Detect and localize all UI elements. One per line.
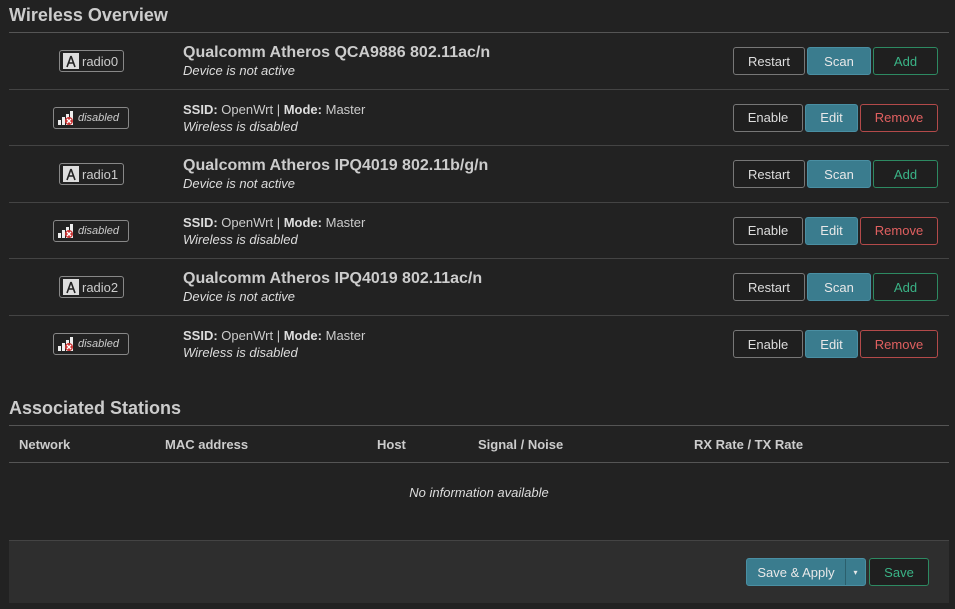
add-button[interactable]: Add [873, 160, 938, 188]
mode-value: Master [325, 101, 366, 117]
remove-button[interactable]: Remove [860, 216, 938, 245]
network-status: Wireless is disabled [183, 118, 298, 134]
column-host: Host [377, 437, 406, 452]
radio-device-title: Qualcomm Atheros QCA9886 802.11ac/n [183, 44, 491, 61]
remove-button[interactable]: Remove [860, 103, 938, 132]
column-rx-tx-rate: RX Rate / TX Rate [694, 437, 804, 452]
wireless-overview-title: Wireless Overview [9, 5, 168, 25]
network-status-label: disabled [78, 111, 119, 124]
enable-button[interactable]: Enable [733, 103, 803, 132]
add-button[interactable]: Add [873, 273, 938, 301]
network-info: SSID: OpenWrt | Mode: Master Wireless is… [183, 101, 365, 135]
remove-button[interactable]: Remove [860, 330, 938, 358]
associated-stations-title: Associated Stations [9, 398, 182, 418]
edit-button[interactable]: Edit [805, 216, 858, 245]
network-status: Wireless is disabled [183, 231, 298, 247]
mode-label: Mode: [283, 214, 322, 230]
network-ssid-mode: SSID: OpenWrt | Mode: Master [183, 327, 365, 344]
restart-button[interactable]: Restart [733, 47, 805, 75]
restart-button[interactable]: Restart [733, 160, 805, 188]
radio-info: Qualcomm Atheros IPQ4019 802.11ac/n Devi… [183, 269, 482, 305]
radio-device-status: Device is not active [183, 289, 295, 304]
mode-label: Mode: [283, 101, 322, 117]
wifi-antenna-icon [63, 166, 79, 182]
radio-row-radio2: radio2 Qualcomm Atheros IPQ4019 802.11ac… [9, 259, 949, 316]
column-signal-noise: Signal / Noise [478, 437, 564, 452]
restart-button[interactable]: Restart [733, 273, 805, 301]
radio-device-title: Qualcomm Atheros IPQ4019 802.11b/g/n [183, 157, 489, 174]
no-stations-message: No information available [409, 485, 549, 500]
signal-disabled-icon [57, 110, 75, 126]
radio-row-radio1: radio1 Qualcomm Atheros IPQ4019 802.11b/… [9, 146, 949, 203]
separator: | [276, 328, 281, 343]
add-button[interactable]: Add [873, 47, 938, 75]
network-info: SSID: OpenWrt | Mode: Master Wireless is… [183, 327, 365, 361]
ssid-value: OpenWrt [221, 214, 274, 230]
network-status: Wireless is disabled [183, 345, 298, 360]
separator: | [276, 101, 281, 117]
ssid-value: OpenWrt [221, 101, 274, 117]
network-status-badge: disabled [53, 106, 129, 129]
save-apply-button-group: Save & Apply ▾ [746, 558, 866, 586]
scan-button[interactable]: Scan [807, 273, 871, 301]
mode-value: Master [325, 214, 366, 230]
radio-badge: radio1 [59, 163, 124, 185]
page-actions-bar: Save & Apply ▾ Save [9, 540, 949, 603]
separator: | [276, 214, 281, 230]
scan-button[interactable]: Scan [807, 160, 871, 188]
wifi-antenna-icon [63, 279, 79, 295]
network-status-label: disabled [78, 338, 119, 350]
ssid-label: SSID: [183, 328, 218, 343]
radio-device-status: Device is not active [183, 176, 295, 191]
scan-button[interactable]: Scan [807, 47, 871, 75]
network-row-radio2: disabled SSID: OpenWrt | Mode: Master Wi… [9, 316, 949, 372]
save-apply-button[interactable]: Save & Apply [747, 565, 845, 580]
edit-button[interactable]: Edit [805, 330, 858, 358]
column-network: Network [19, 437, 71, 452]
radio-badge-label: radio0 [82, 53, 119, 69]
radio-device-status: Device is not active [183, 63, 295, 78]
network-status-label: disabled [78, 224, 119, 237]
radio-row-radio0: radio0 Qualcomm Atheros QCA9886 802.11ac… [9, 33, 949, 90]
column-mac-address: MAC address [165, 437, 249, 452]
wifi-antenna-icon [63, 53, 79, 69]
network-status-badge: disabled [53, 219, 129, 242]
radio-info: Qualcomm Atheros QCA9886 802.11ac/n Devi… [183, 43, 490, 79]
stations-table-header: Network MAC address Host Signal / Noise … [9, 426, 949, 463]
ssid-label: SSID: [183, 101, 218, 117]
network-status-badge: disabled [53, 333, 129, 355]
radio-info: Qualcomm Atheros IPQ4019 802.11b/g/n Dev… [183, 156, 488, 192]
mode-label: Mode: [283, 328, 322, 343]
network-ssid-mode: SSID: OpenWrt | Mode: Master [183, 101, 365, 118]
radio-device-title: Qualcomm Atheros IPQ4019 802.11ac/n [183, 270, 483, 287]
chevron-down-icon[interactable]: ▾ [845, 559, 865, 585]
ssid-value: OpenWrt [221, 328, 274, 343]
enable-button[interactable]: Enable [733, 216, 803, 245]
mode-value: Master [325, 328, 366, 343]
radio-badge-label: radio1 [82, 166, 119, 182]
radio-badge: radio2 [59, 276, 124, 298]
radio-badge: radio0 [59, 50, 124, 72]
save-button[interactable]: Save [869, 558, 929, 586]
enable-button[interactable]: Enable [733, 330, 803, 358]
network-ssid-mode: SSID: OpenWrt | Mode: Master [183, 214, 365, 231]
radio-badge-label: radio2 [82, 279, 119, 295]
network-row-radio1: disabled SSID: OpenWrt | Mode: Master Wi… [9, 203, 949, 259]
edit-button[interactable]: Edit [805, 103, 858, 132]
signal-disabled-icon [57, 223, 75, 239]
ssid-label: SSID: [183, 214, 218, 230]
signal-disabled-icon [57, 336, 75, 352]
network-row-radio0: disabled SSID: OpenWrt | Mode: Master Wi… [9, 90, 949, 146]
network-info: SSID: OpenWrt | Mode: Master Wireless is… [183, 214, 365, 248]
